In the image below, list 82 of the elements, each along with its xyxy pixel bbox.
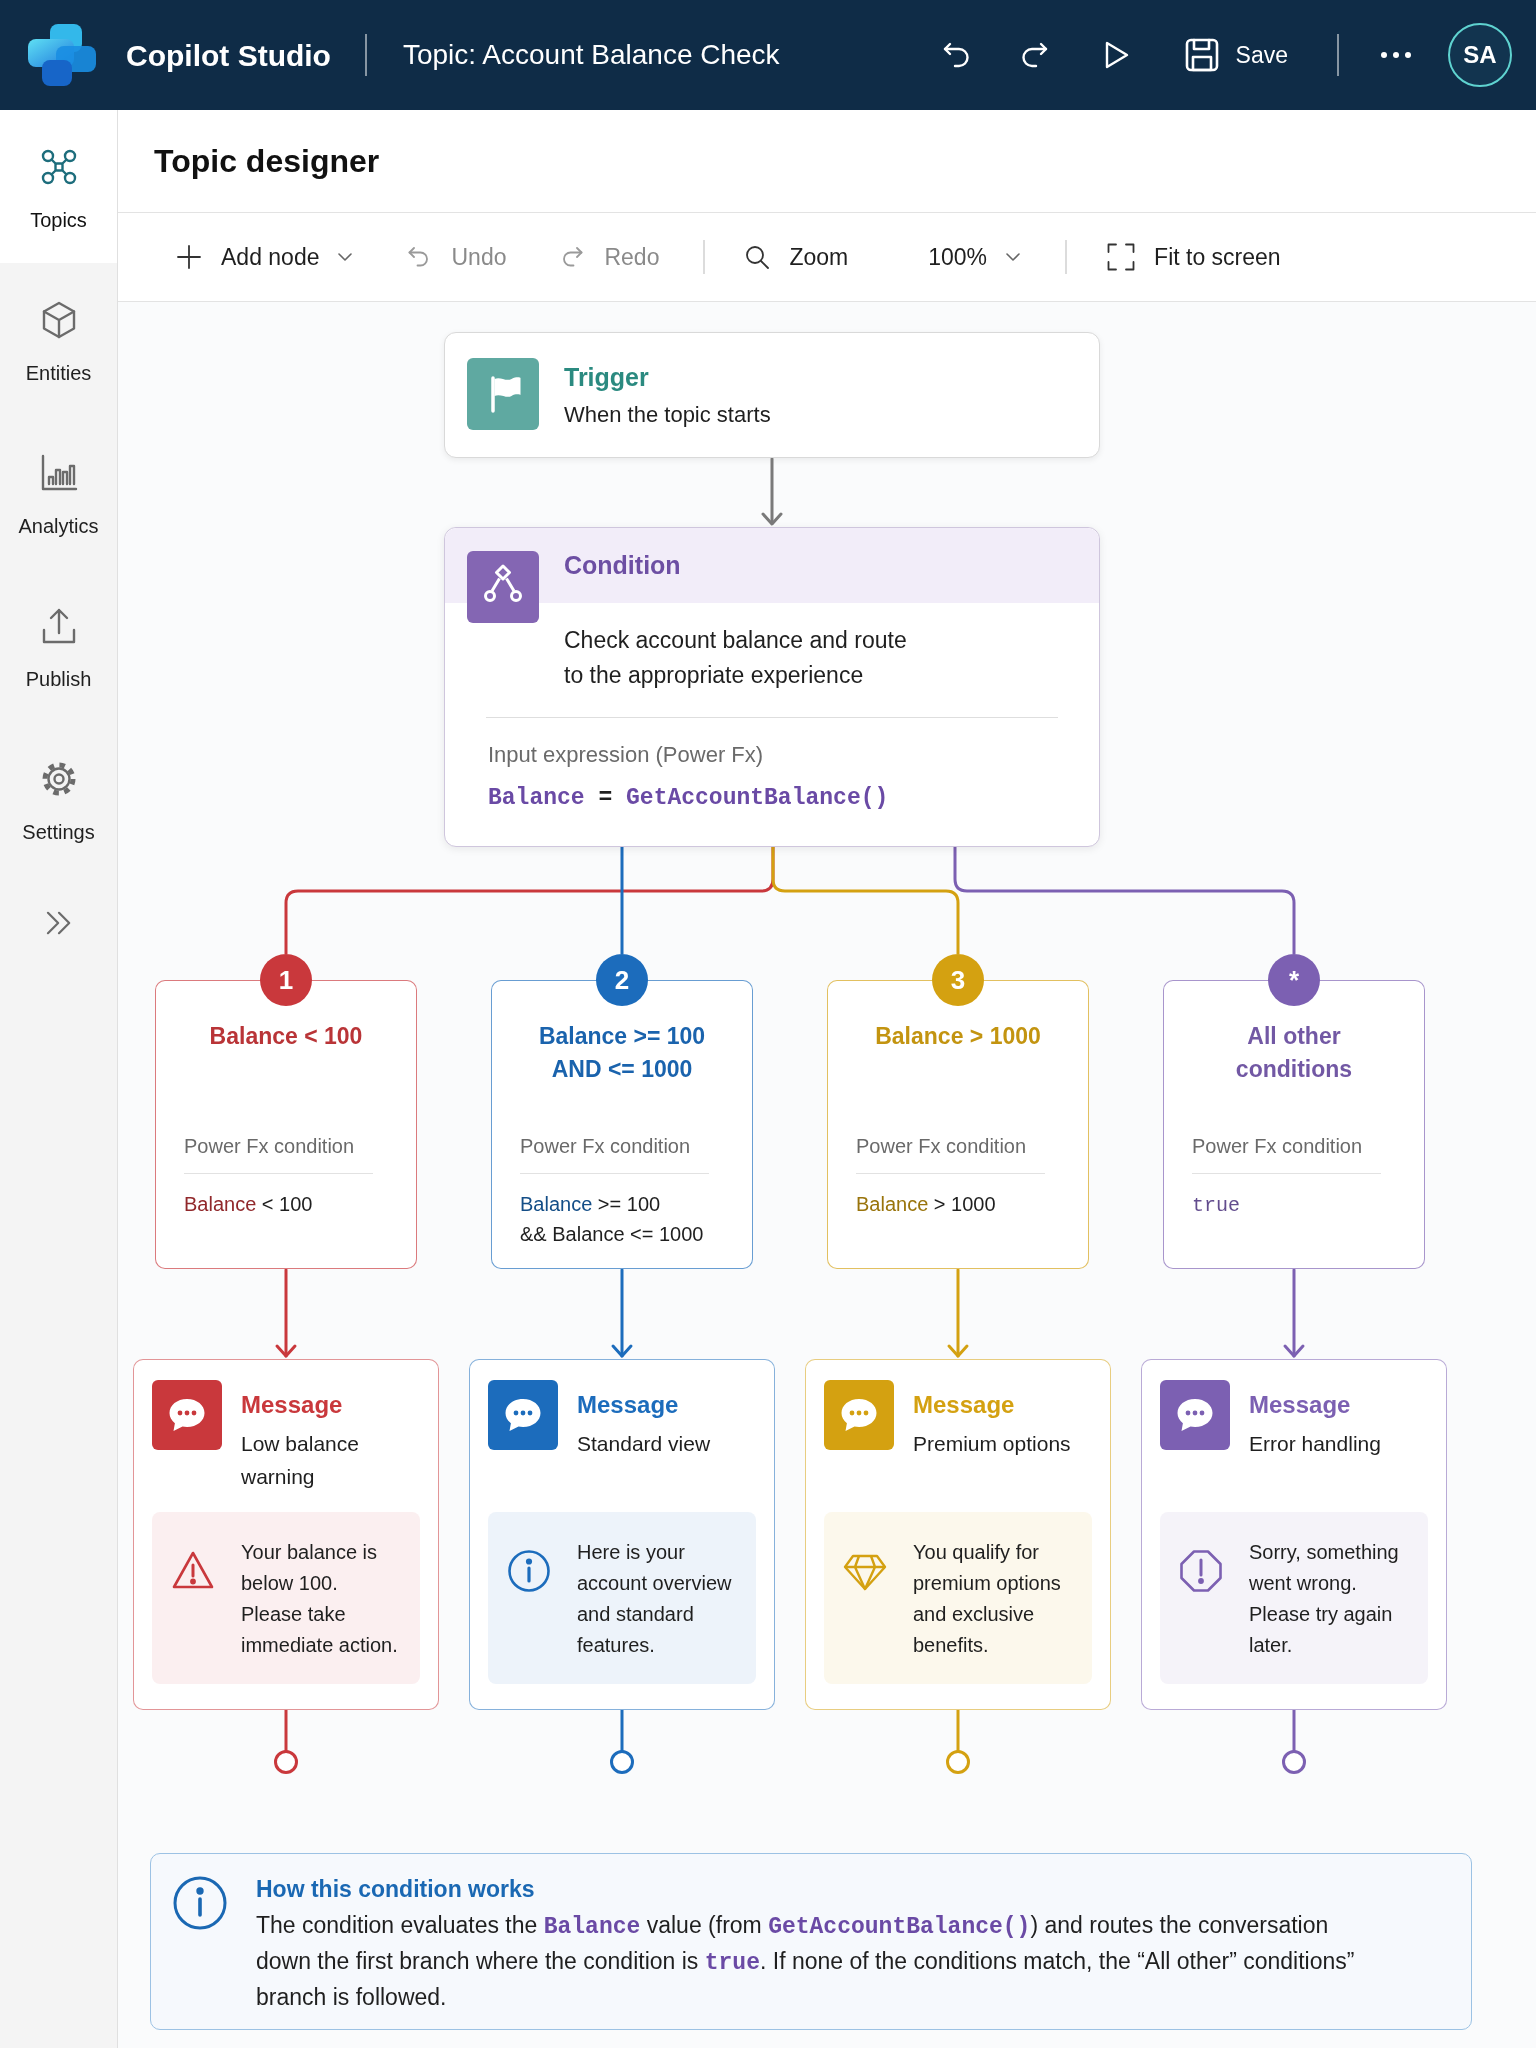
app-name: Copilot Studio — [126, 37, 331, 74]
toolbar-button[interactable]: Add node — [165, 233, 366, 281]
branch-badge: 3 — [932, 954, 984, 1006]
connector-port-icon — [1282, 1750, 1306, 1774]
branch-card[interactable]: All other conditions Power Fx condition true — [1163, 980, 1425, 1269]
toolbar-button[interactable]: Zoom — [733, 233, 861, 281]
nav-item[interactable]: Analytics — [0, 416, 117, 569]
nav-item[interactable]: Publish — [0, 569, 117, 722]
node-title: Trigger — [564, 362, 650, 393]
expression-label: Input expression (Power Fx) — [488, 741, 765, 769]
branch-title: Balance > 1000 — [874, 1022, 1042, 1051]
condition-node[interactable]: Condition Check account balance and route to the appropriate experience Input expression (Power Fx) Balance = GetAccountBalance() — [444, 527, 1100, 847]
condition-label: Power Fx condition — [520, 1134, 692, 1159]
connector-line — [956, 1710, 960, 1751]
connector-line — [1292, 1710, 1296, 1751]
message-subtitle: Error handling — [1249, 1431, 1382, 1457]
page-title: Topic designer — [154, 142, 380, 181]
save-button[interactable]: Save — [1183, 37, 1288, 73]
connector-port-icon — [946, 1750, 970, 1774]
note-text: Here is your account overview and standard features. — [577, 1540, 733, 1658]
trigger-node[interactable]: Trigger When the topic starts — [444, 332, 1100, 458]
branch-icon — [467, 551, 539, 623]
search-icon — [745, 245, 770, 269]
message-subtitle: Low balance warning — [241, 1431, 360, 1490]
connector-port-icon — [274, 1750, 298, 1774]
chat-bubble-icon — [1160, 1380, 1230, 1450]
info-text: The condition evaluates the Balance value (from GetAccountBalance()) and routes the conversation down the first branch where the condition is true. If none of the conditions match, the “All other” conditions” branch is followed. — [256, 1911, 1356, 2012]
message-title: Message — [1249, 1390, 1352, 1420]
exclamation-octagon-icon — [1179, 1549, 1223, 1593]
branch-title: Balance < 100 — [208, 1022, 364, 1051]
redo-icon — [560, 245, 585, 269]
connector-line — [620, 1710, 624, 1751]
topic-title: Topic: Account Balance Check — [402, 38, 780, 72]
chat-bubble-icon — [152, 1380, 222, 1450]
message-subtitle: Standard view — [577, 1431, 712, 1457]
connector-arrow — [760, 458, 784, 527]
toolbar-button[interactable]: Fit to screen — [1095, 233, 1293, 281]
condition-expression: true — [1192, 1193, 1241, 1219]
branch-badge: 2 — [596, 954, 648, 1006]
condition-label: Power Fx condition — [184, 1134, 356, 1159]
branch-badge: * — [1268, 954, 1320, 1006]
branch-title: Balance >= 100 AND <= 1000 — [537, 1022, 707, 1084]
node-description: When the topic starts — [564, 401, 771, 429]
note-text: Sorry, something went wrong. Please try again later. — [1249, 1540, 1400, 1658]
plus-icon — [177, 245, 201, 269]
toolbar-button[interactable]: 100% — [916, 233, 1034, 281]
condition-expression: Balance >= 100 && Balance <= 1000 — [520, 1192, 705, 1247]
message-node[interactable]: Message Error handling Sorry, something went wrong. Please try again later. — [1141, 1359, 1447, 1710]
message-node[interactable]: Message Standard view Here is your account overview and standard features. — [469, 1359, 775, 1710]
node-title: Condition — [564, 549, 681, 581]
branch-badge: 1 — [260, 954, 312, 1006]
nav-item[interactable]: Entities — [0, 263, 117, 416]
user-avatar[interactable]: SA — [1448, 23, 1512, 87]
message-title: Message — [241, 1390, 344, 1420]
message-subtitle: Premium options — [913, 1431, 1072, 1457]
message-node[interactable]: Message Low balance warning Your balance is below 100. Please take immediate action. — [133, 1359, 439, 1710]
message-title: Message — [913, 1390, 1016, 1420]
connector-port-icon — [610, 1750, 634, 1774]
branch-title: All other conditions — [1234, 1022, 1354, 1084]
connector-line — [284, 1710, 288, 1751]
condition-label: Power Fx condition — [856, 1134, 1028, 1159]
power-fx-expression: Balance = GetAccountBalance() — [488, 784, 890, 813]
message-title: Message — [577, 1390, 680, 1420]
info-icon — [507, 1549, 551, 1593]
chat-bubble-icon — [824, 1380, 894, 1450]
app-logo-icon — [28, 24, 96, 86]
flag-icon — [467, 358, 539, 430]
nav-item[interactable]: Topics — [0, 110, 117, 263]
note-text: Your balance is below 100. Please take immediate action. — [241, 1540, 399, 1658]
node-description: Check account balance and route to the appropriate experience — [564, 626, 908, 690]
fit-to-screen-icon — [1107, 243, 1136, 271]
message-node[interactable]: Message Premium options You qualify for premium options and exclusive benefits. — [805, 1359, 1111, 1710]
condition-label: Power Fx condition — [1192, 1134, 1364, 1159]
save-icon — [1183, 37, 1220, 73]
condition-expression: Balance > 1000 — [856, 1192, 997, 1217]
info-icon — [173, 1876, 227, 1930]
note-text: You qualify for premium options and exclusive benefits. — [913, 1540, 1062, 1658]
chat-bubble-icon — [488, 1380, 558, 1450]
condition-expression: Balance < 100 — [184, 1192, 314, 1217]
more-icon — [1380, 51, 1412, 59]
info-title: How this condition works — [256, 1875, 536, 1904]
nav-item[interactable]: Settings — [0, 722, 117, 875]
